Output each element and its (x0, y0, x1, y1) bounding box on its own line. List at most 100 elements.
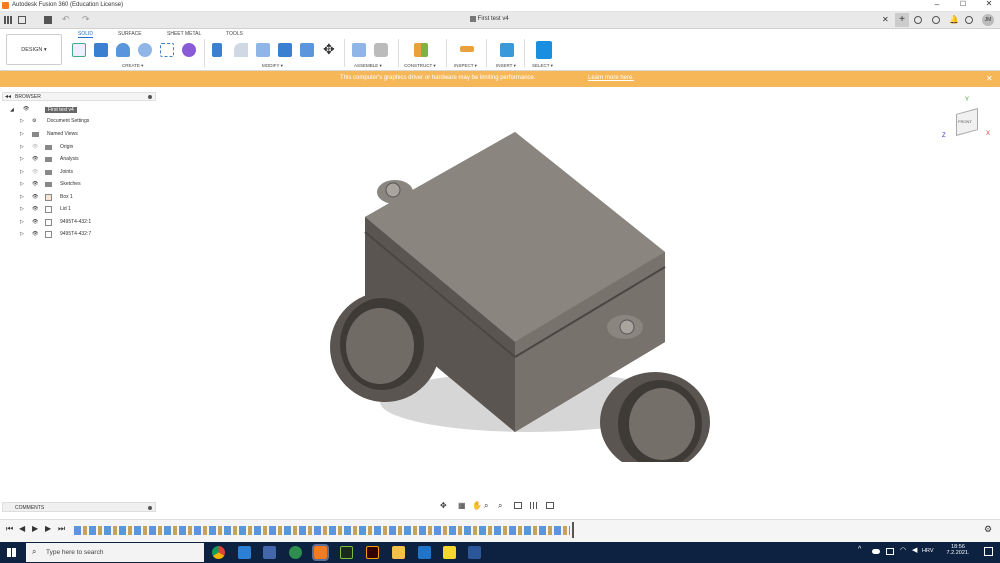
browser-item[interactable]: ▷ Named Views (0, 131, 160, 143)
visibility-icon[interactable]: 👁 (32, 194, 38, 200)
zoom-icon[interactable]: ⌕ (484, 501, 488, 511)
go-to-start-icon[interactable]: ⏮ (6, 524, 13, 534)
pan-icon[interactable]: ✋ (472, 501, 482, 510)
visibility-icon[interactable]: 👁 (32, 156, 38, 162)
browser-item[interactable]: ▷ 👁 Analysis (0, 156, 160, 168)
browser-item[interactable]: ▷ 👁 Lid 1 (0, 206, 160, 218)
timeline-features[interactable] (74, 526, 570, 535)
create-group-label[interactable]: CREATE ▾ (122, 63, 143, 69)
taskbar-search[interactable]: ⌕ Type here to search (26, 543, 204, 562)
browser-item[interactable]: ▷ 👁 Box 1 (0, 194, 160, 206)
redo-icon[interactable]: ↷ (82, 14, 90, 25)
expand-icon[interactable]: ▷ (20, 118, 24, 124)
step-back-icon[interactable]: ◀ (19, 524, 25, 533)
close-window-button[interactable]: ✕ (982, 0, 996, 10)
close-banner-icon[interactable]: ✕ (986, 74, 993, 83)
timeline-marker[interactable] (572, 522, 574, 538)
inspect-group-label[interactable]: INSPECT ▾ (454, 63, 477, 69)
shell-icon[interactable] (278, 43, 292, 57)
data-panel-icon[interactable] (914, 16, 922, 24)
display-settings-icon[interactable] (514, 502, 522, 509)
visibility-icon[interactable]: 👁 (32, 181, 38, 187)
volume-icon[interactable]: ◀ (912, 546, 917, 554)
job-status-icon[interactable] (932, 16, 940, 24)
insert-image-icon[interactable] (500, 43, 514, 57)
grid-menu-icon[interactable] (4, 16, 12, 24)
learn-more-link[interactable]: Learn more here. (588, 75, 634, 81)
expand-icon[interactable]: ▷ (20, 156, 24, 162)
mail-icon[interactable] (418, 546, 431, 559)
document-tab[interactable]: First test v4 (470, 16, 509, 26)
expand-icon[interactable]: ▷ (20, 194, 24, 200)
sticky-notes-icon[interactable] (443, 546, 456, 559)
step-forward-icon[interactable]: ▶ (45, 524, 51, 533)
select-icon[interactable] (536, 41, 552, 59)
maximize-button[interactable]: ☐ (956, 0, 970, 11)
expand-icon[interactable]: ◢ (10, 107, 14, 113)
revolve-icon[interactable] (116, 43, 130, 57)
expand-icon[interactable]: ▷ (20, 219, 24, 225)
tab-solid[interactable]: SOLID (78, 31, 94, 38)
assemble-group-label[interactable]: ASSEMBLE ▾ (354, 63, 382, 69)
panel-options-icon[interactable] (148, 506, 152, 510)
comments-panel[interactable]: COMMENTS (2, 502, 156, 512)
create-sketch-icon[interactable] (72, 43, 86, 57)
visibility-icon[interactable]: 👁 (32, 144, 38, 150)
chamfer-icon[interactable] (256, 43, 270, 57)
press-pull-icon[interactable] (212, 43, 222, 57)
save-icon[interactable] (44, 16, 52, 24)
visibility-icon[interactable]: 👁 (32, 206, 38, 212)
grid-settings-icon[interactable] (530, 502, 538, 509)
notifications-icon[interactable]: 🔔 (949, 15, 959, 24)
browser-item[interactable]: ▷ 👁 Sketches (0, 181, 160, 193)
panel-options-icon[interactable] (148, 95, 152, 99)
construct-group-label[interactable]: CONSTRUCT ▾ (404, 63, 436, 69)
browser-item[interactable]: ▷ ⚙ Document Settings (0, 118, 160, 130)
expand-icon[interactable]: ▷ (20, 206, 24, 212)
cloud-icon[interactable] (872, 549, 880, 554)
create-form-icon[interactable] (182, 43, 196, 57)
app-icon[interactable] (289, 546, 302, 559)
modify-group-label[interactable]: MODIFY ▾ (262, 63, 283, 69)
joint-icon[interactable] (374, 43, 388, 57)
model-render[interactable] (320, 132, 720, 462)
tab-sheet-metal[interactable]: SHEET METAL (167, 31, 201, 37)
tab-surface[interactable]: SURFACE (118, 31, 142, 37)
browser-item[interactable]: ▷ 👁 9495T4-432:1 (0, 219, 160, 231)
viewports-icon[interactable] (546, 502, 554, 509)
look-at-icon[interactable]: ▦ (458, 501, 466, 510)
browser-item[interactable]: ▷ 👁 Joints (0, 169, 160, 181)
notification-center-icon[interactable] (984, 547, 993, 556)
chrome-icon[interactable] (212, 546, 225, 559)
expand-icon[interactable]: ▷ (20, 131, 24, 137)
expand-icon[interactable]: ▷ (20, 231, 24, 237)
dreamweaver-icon[interactable] (340, 546, 353, 559)
measure-icon[interactable] (460, 46, 474, 52)
browser-item[interactable]: ▷ 👁 9495T4-432:7 (0, 231, 160, 243)
undo-icon[interactable]: ↶ (62, 14, 70, 25)
expand-icon[interactable]: ▷ (20, 181, 24, 187)
minimize-button[interactable]: – (930, 0, 944, 11)
move-icon[interactable]: ✥ (323, 41, 335, 58)
browser-root[interactable]: ◢ 👁 First test v4 (0, 106, 160, 118)
go-to-end-icon[interactable]: ⏭ (58, 524, 65, 534)
user-avatar[interactable]: JM (982, 14, 994, 26)
language-indicator[interactable]: HRV (922, 548, 934, 554)
workspace-switcher[interactable]: DESIGN ▾ (6, 34, 62, 65)
play-icon[interactable]: ▶ (32, 524, 38, 533)
close-tab-icon[interactable]: ✕ (882, 15, 889, 24)
insert-group-label[interactable]: INSERT ▾ (496, 63, 516, 69)
fillet-icon[interactable] (234, 43, 248, 57)
expand-icon[interactable]: ▷ (20, 169, 24, 175)
viewcube[interactable]: FRONT Y X Z (942, 97, 990, 145)
fit-icon[interactable]: ⌕ (498, 501, 502, 511)
combine-icon[interactable] (300, 43, 314, 57)
orbit-icon[interactable]: ✥ (440, 501, 447, 510)
visibility-icon[interactable]: 👁 (32, 231, 38, 237)
vscode-icon[interactable] (238, 546, 251, 559)
visibility-icon[interactable]: 👁 (32, 169, 38, 175)
fusion-taskbar-icon[interactable] (312, 544, 329, 561)
collapse-icon[interactable]: ◂◂ (5, 93, 11, 100)
timeline-settings-icon[interactable]: ⚙ (984, 524, 992, 535)
rectangular-pattern-icon[interactable] (160, 43, 174, 57)
